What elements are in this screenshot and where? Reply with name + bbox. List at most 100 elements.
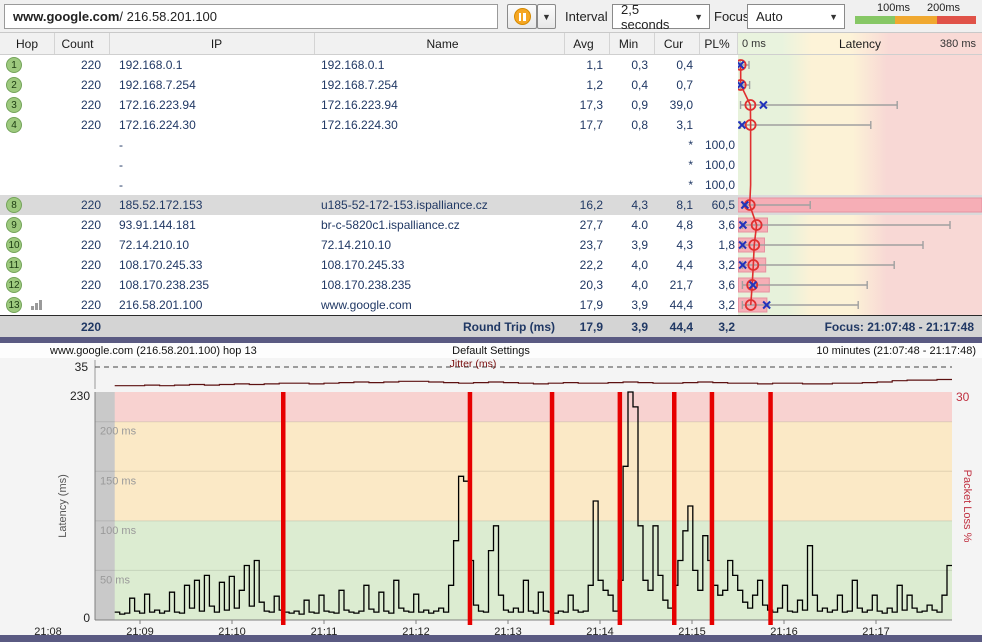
table-row[interactable]: 922093.91.144.181br-c-5820c1.ispalliance… <box>0 215 982 235</box>
round-trip-min: 3,9 <box>610 320 655 334</box>
focus-select[interactable]: Auto▼ <box>747 4 845 29</box>
cell-min: 0,3 <box>610 58 655 72</box>
target-host: www.google.com <box>13 9 119 24</box>
col-header-cur[interactable]: Cur <box>655 33 700 54</box>
timeline-header: www.google.com (216.58.201.100) hop 13 D… <box>0 343 982 358</box>
col-header-count[interactable]: Count <box>55 33 110 54</box>
cell-ip: - <box>110 178 315 192</box>
cell-name: 172.16.223.94 <box>315 98 565 112</box>
timeline-range-label: 10 minutes (21:07:48 - 21:17:48) <box>816 345 976 357</box>
toolbar: www.google.com / 216.58.201.100 ▼ Interv… <box>0 0 982 33</box>
hop-badge: 8 <box>6 197 22 213</box>
cell-min: 4,0 <box>610 258 655 272</box>
hop-badge: 9 <box>6 217 22 233</box>
graphed-hop-icon <box>31 300 42 310</box>
pause-menu-button[interactable]: ▼ <box>537 4 556 29</box>
cell-cur: * <box>655 178 700 192</box>
focus-label: Focus <box>714 9 749 24</box>
table-row[interactable]: 2220192.168.7.254192.168.7.2541,20,40,7 <box>0 75 982 95</box>
table-row[interactable]: 1220192.168.0.1192.168.0.11,10,30,4 <box>0 55 982 75</box>
cell-ip: 192.168.7.254 <box>110 78 315 92</box>
svg-text:100 ms: 100 ms <box>100 525 137 537</box>
hop-badge: 10 <box>6 237 22 253</box>
chevron-down-icon: ▼ <box>694 12 703 22</box>
cell-ip: 172.16.224.30 <box>110 118 315 132</box>
latency-timeline-chart[interactable]: 50 ms100 ms150 ms200 ms230030Latency (ms… <box>0 390 982 635</box>
round-trip-pl: 3,2 <box>700 320 738 334</box>
round-trip-avg: 17,9 <box>565 320 610 334</box>
col-header-latency[interactable]: 0 ms Latency 380 ms <box>738 33 982 54</box>
interval-select[interactable]: 2,5 seconds▼ <box>612 4 710 29</box>
cell-pl: 100,0 <box>700 158 738 172</box>
hop-badge: 2 <box>6 77 22 93</box>
cell-ip: - <box>110 158 315 172</box>
col-header-min[interactable]: Min <box>610 33 655 54</box>
cell-ip: 172.16.223.94 <box>110 98 315 112</box>
table-rows: 1220192.168.0.1192.168.0.11,10,30,422201… <box>0 55 982 315</box>
svg-text:200 ms: 200 ms <box>100 426 137 438</box>
cell-pl: 1,8 <box>700 238 738 252</box>
cell-avg: 22,2 <box>565 258 610 272</box>
cell-count: 220 <box>55 238 110 252</box>
cell-min: 0,4 <box>610 78 655 92</box>
svg-text:21:15: 21:15 <box>678 626 706 635</box>
col-header-hop[interactable]: Hop <box>0 33 55 54</box>
table-row[interactable]: 11220108.170.245.33108.170.245.3322,24,0… <box>0 255 982 275</box>
table-row[interactable]: 3220172.16.223.94172.16.223.9417,30,939,… <box>0 95 982 115</box>
svg-text:150 ms: 150 ms <box>100 475 137 487</box>
cell-cur: * <box>655 138 700 152</box>
table-row[interactable]: 12220108.170.238.235108.170.238.23520,34… <box>0 275 982 295</box>
table-row[interactable]: 4220172.16.224.30172.16.224.3017,70,83,1 <box>0 115 982 135</box>
hop-badge: 3 <box>6 97 22 113</box>
cell-name: 192.168.7.254 <box>315 78 565 92</box>
table-row[interactable]: 8220185.52.172.153u185-52-172-153.ispall… <box>0 195 982 215</box>
col-header-avg[interactable]: Avg <box>565 33 610 54</box>
hop-badge: 11 <box>6 257 22 273</box>
table-row[interactable]: 13220216.58.201.100www.google.com17,93,9… <box>0 295 982 315</box>
jitter-chart[interactable]: 35Jitter (ms) <box>0 358 982 390</box>
cell-hop: 10 <box>0 237 55 253</box>
legend-200ms-label: 200ms <box>927 2 960 14</box>
legend-gradient-bar <box>855 16 976 24</box>
col-header-ip[interactable]: IP <box>110 33 315 54</box>
cell-hop: 13 <box>0 297 55 313</box>
cell-avg: 1,2 <box>565 78 610 92</box>
cell-count: 220 <box>55 258 110 272</box>
table-row[interactable]: - *100,0 <box>0 175 982 195</box>
cell-avg: 17,3 <box>565 98 610 112</box>
cell-pl: 100,0 <box>700 138 738 152</box>
round-trip-label: Round Trip (ms) <box>315 320 565 334</box>
cell-avg: 17,9 <box>565 298 610 312</box>
interval-label: Interval <box>565 9 608 24</box>
svg-text:Latency (ms): Latency (ms) <box>57 474 69 538</box>
round-trip-cur: 44,4 <box>655 320 700 334</box>
cell-name: u185-52-172-153.ispalliance.cz <box>315 198 565 212</box>
table-row[interactable]: - *100,0 <box>0 135 982 155</box>
cell-count: 220 <box>55 58 110 72</box>
cell-ip: - <box>110 138 315 152</box>
cell-name: 172.16.224.30 <box>315 118 565 132</box>
target-input[interactable]: www.google.com / 216.58.201.100 <box>4 4 498 29</box>
cell-hop: 3 <box>0 97 55 113</box>
cell-count: 220 <box>55 98 110 112</box>
pingplotter-window: www.google.com / 216.58.201.100 ▼ Interv… <box>0 0 982 642</box>
cell-pl: 3,6 <box>700 218 738 232</box>
latency-scale-max: 380 ms <box>940 38 976 50</box>
col-header-name[interactable]: Name <box>315 33 565 54</box>
table-row[interactable]: -*100,0 <box>0 155 982 175</box>
cell-ip: 108.170.245.33 <box>110 258 315 272</box>
col-header-pl[interactable]: PL% <box>700 33 738 54</box>
bottom-status-bar <box>0 635 982 642</box>
cell-ip: 108.170.238.235 <box>110 278 315 292</box>
cell-min: 3,9 <box>610 238 655 252</box>
table-row[interactable]: 1022072.14.210.1072.14.210.1023,73,94,31… <box>0 235 982 255</box>
pause-button[interactable] <box>507 4 537 29</box>
svg-text:21:08: 21:08 <box>34 626 62 635</box>
hop-badge: 1 <box>6 57 22 73</box>
cell-avg: 17,7 <box>565 118 610 132</box>
cell-hop: 8 <box>0 197 55 213</box>
cell-min: 4.0 <box>610 218 655 232</box>
svg-text:21:10: 21:10 <box>218 626 246 635</box>
cell-cur: 0,4 <box>655 58 700 72</box>
cell-pl: 100,0 <box>700 178 738 192</box>
